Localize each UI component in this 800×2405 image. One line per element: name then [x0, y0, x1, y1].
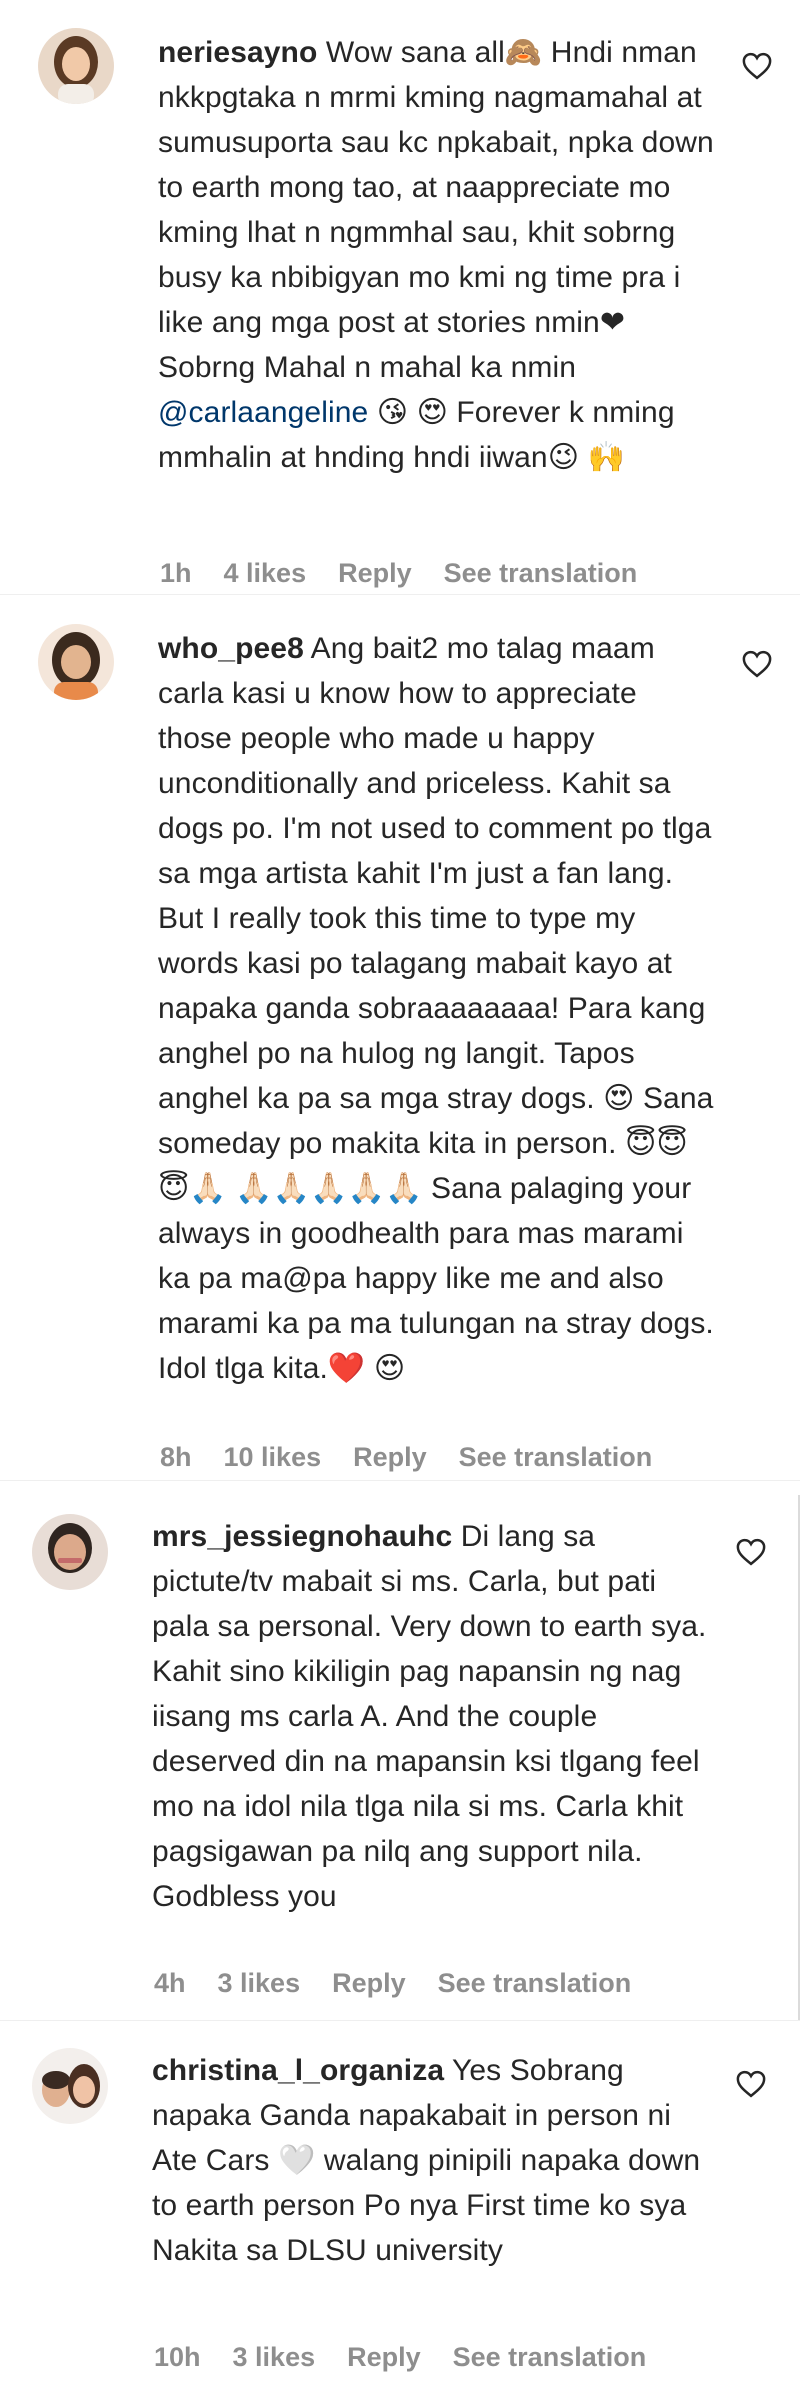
- comment-time[interactable]: 1h: [160, 558, 192, 589]
- comment-time[interactable]: 8h: [160, 1442, 192, 1473]
- see-translation-button[interactable]: See translation: [438, 1968, 632, 1999]
- comment-text: Ang bait2 mo talag maam carla kasi u kno…: [158, 632, 714, 1385]
- comment-item: mrs_jessiegnohauhc Di lang sa pictute/tv…: [0, 1490, 800, 2030]
- likes-count[interactable]: 3 likes: [218, 1968, 301, 1999]
- comment-text-block: who_pee8 Ang bait2 mo talag maam carla k…: [158, 626, 718, 1391]
- likes-count[interactable]: 4 likes: [224, 558, 307, 589]
- likes-count[interactable]: 10 likes: [224, 1442, 322, 1473]
- comment-text-block: christina_l_organiza Yes Sobrang napaka …: [152, 2048, 712, 2273]
- comment-item: christina_l_organiza Yes Sobrang napaka …: [0, 2024, 800, 2405]
- comment-meta: 1h 4 likes Reply See translation: [160, 558, 637, 589]
- like-heart-icon[interactable]: [742, 650, 772, 678]
- mention-link[interactable]: @carlaangeline: [158, 396, 368, 429]
- comment-username[interactable]: neriesayno: [158, 36, 317, 69]
- like-heart-icon[interactable]: [736, 2070, 766, 2098]
- divider: [0, 1480, 800, 1481]
- comment-meta: 8h 10 likes Reply See translation: [160, 1442, 652, 1473]
- avatar[interactable]: [38, 624, 114, 700]
- reply-button[interactable]: Reply: [338, 558, 412, 589]
- divider: [0, 594, 800, 595]
- see-translation-button[interactable]: See translation: [459, 1442, 653, 1473]
- comment-meta: 4h 3 likes Reply See translation: [154, 1968, 631, 1999]
- comment-text: Di lang sa pictute/tv mabait si ms. Carl…: [152, 1520, 707, 1913]
- comment-username[interactable]: who_pee8: [158, 632, 304, 665]
- like-heart-icon[interactable]: [736, 1538, 766, 1566]
- reply-button[interactable]: Reply: [353, 1442, 427, 1473]
- comment-username[interactable]: mrs_jessiegnohauhc: [152, 1520, 452, 1553]
- comment-item: who_pee8 Ang bait2 mo talag maam carla k…: [0, 600, 800, 1500]
- avatar[interactable]: [32, 2048, 108, 2124]
- reply-button[interactable]: Reply: [347, 2342, 421, 2373]
- comment-item: neriesayno Wow sana all🙈 Hndi nman nkkpg…: [0, 0, 800, 590]
- like-heart-icon[interactable]: [742, 52, 772, 80]
- avatar[interactable]: [38, 28, 114, 104]
- comment-time[interactable]: 10h: [154, 2342, 201, 2373]
- see-translation-button[interactable]: See translation: [444, 558, 638, 589]
- reply-button[interactable]: Reply: [332, 1968, 406, 1999]
- comment-text-block: neriesayno Wow sana all🙈 Hndi nman nkkpg…: [158, 30, 718, 480]
- avatar[interactable]: [32, 1514, 108, 1590]
- see-translation-button[interactable]: See translation: [453, 2342, 647, 2373]
- likes-count[interactable]: 3 likes: [233, 2342, 316, 2373]
- divider: [0, 2020, 800, 2021]
- comment-time[interactable]: 4h: [154, 1968, 186, 1999]
- comment-text-block: mrs_jessiegnohauhc Di lang sa pictute/tv…: [152, 1514, 712, 1919]
- comment-username[interactable]: christina_l_organiza: [152, 2054, 444, 2087]
- comment-text: Wow sana all🙈 Hndi nman nkkpgtaka n mrmi…: [158, 36, 714, 384]
- comment-meta: 10h 3 likes Reply See translation: [154, 2342, 646, 2373]
